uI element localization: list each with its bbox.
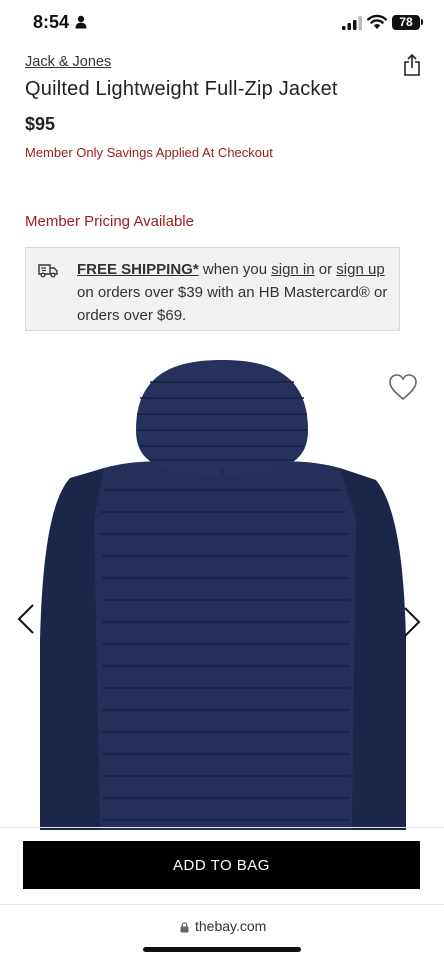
product-price: $95 bbox=[25, 114, 56, 134]
browser-url-bar[interactable]: thebay.com bbox=[0, 904, 444, 961]
heart-icon[interactable] bbox=[388, 373, 418, 401]
wifi-icon bbox=[367, 14, 387, 29]
shipping-text-part: on orders over $39 with an HB Mastercard… bbox=[77, 284, 388, 324]
status-bar: 8:54 78 bbox=[0, 0, 444, 46]
member-savings-note: Member Only Savings Applied At Checkout bbox=[25, 145, 273, 160]
sign-in-link[interactable]: sign in bbox=[271, 261, 314, 278]
lock-icon bbox=[180, 922, 189, 933]
product-title: Quilted Lightweight Full-Zip Jacket bbox=[25, 78, 338, 100]
jacket-hood bbox=[136, 360, 308, 476]
brand-link[interactable]: Jack & Jones bbox=[25, 54, 111, 70]
free-shipping-link[interactable]: FREE SHIPPING* bbox=[77, 261, 199, 278]
jacket-torso bbox=[94, 461, 356, 830]
divider bbox=[0, 827, 444, 828]
battery-tip bbox=[421, 19, 423, 25]
home-indicator bbox=[143, 947, 301, 952]
shipping-promo: FREE SHIPPING* when you sign in or sign … bbox=[25, 247, 400, 331]
chevron-left-icon[interactable] bbox=[16, 603, 36, 635]
person-icon bbox=[75, 15, 87, 29]
shipping-text-part: when you bbox=[198, 261, 272, 278]
chevron-right-icon[interactable] bbox=[402, 606, 422, 638]
battery-icon: 78 bbox=[392, 15, 420, 30]
shipping-text-part: or bbox=[314, 261, 337, 278]
member-pricing-note[interactable]: Member Pricing Available bbox=[25, 213, 194, 230]
add-to-bag-button[interactable]: ADD TO BAG bbox=[23, 841, 420, 889]
url-text[interactable]: thebay.com bbox=[195, 918, 266, 934]
truck-icon bbox=[38, 264, 58, 278]
sign-up-link[interactable]: sign up bbox=[336, 261, 384, 278]
share-icon[interactable] bbox=[403, 54, 421, 76]
signal-icon bbox=[342, 16, 362, 30]
shipping-text: FREE SHIPPING* when you sign in or sign … bbox=[77, 258, 397, 327]
product-image[interactable] bbox=[0, 345, 444, 830]
status-time: 8:54 bbox=[33, 12, 70, 32]
